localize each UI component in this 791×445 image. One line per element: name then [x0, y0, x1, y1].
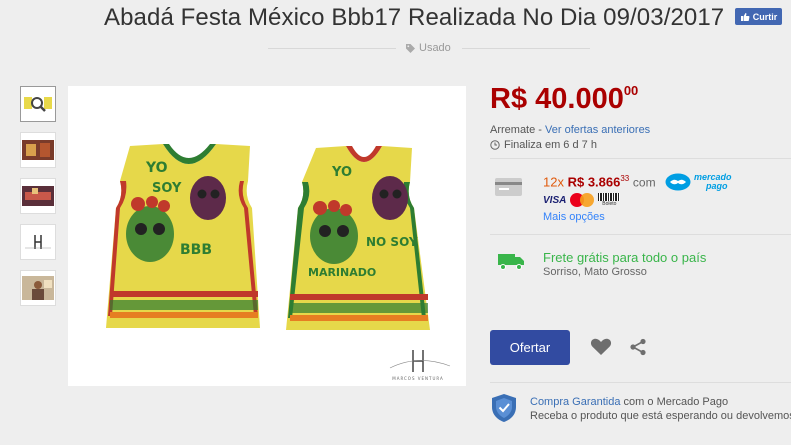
boleto-logo: Boleto: [598, 193, 621, 207]
right-jersey: YO NO SOY MARINADO: [286, 146, 430, 330]
boleto-label: Boleto: [602, 201, 617, 207]
payment-brands: VISA Boleto: [543, 193, 621, 207]
handshake-icon: [665, 173, 691, 191]
photo-thumbnail: [22, 140, 54, 160]
installments-cents: 33: [620, 174, 630, 183]
divider: [490, 382, 791, 383]
right-jersey-text-3: MARINADO: [308, 266, 376, 279]
left-jersey: YO SOY BBB: [106, 144, 260, 328]
left-jersey-text-1: YO: [145, 160, 168, 176]
truck-icon: [498, 254, 524, 270]
purchase-guarantee-link[interactable]: Compra Garantida: [530, 396, 621, 408]
guarantee-description: Receba o produto que está esperando ou d…: [530, 410, 791, 422]
thumbnail-5[interactable]: [20, 270, 56, 306]
condition-label: Usado: [419, 42, 451, 54]
ends-in: Finaliza em 6 d 7 h: [490, 139, 597, 151]
person-thumbnail: [22, 276, 54, 300]
condition-badge: Usado: [405, 42, 451, 54]
right-jersey-text-2: NO SOY: [366, 235, 418, 249]
thumbnail-3[interactable]: [20, 178, 56, 214]
seller-location: Sorriso, Mato Grosso: [543, 266, 647, 278]
share-icon[interactable]: [629, 338, 647, 356]
auction-info: Arremate - Ver ofertas anteriores: [490, 124, 650, 136]
installments-with: com: [632, 175, 656, 190]
tag-icon: [406, 43, 415, 53]
thumbnail-4[interactable]: [20, 224, 56, 260]
free-shipping-label: Frete grátis para todo o país: [543, 250, 707, 265]
photo-thumbnail: [22, 186, 54, 206]
thumbnail-1[interactable]: [20, 86, 56, 122]
visa-logo: VISA: [543, 194, 567, 206]
installments-amount: R$ 3.866: [567, 174, 621, 190]
left-jersey-text-2: SOY: [152, 181, 182, 196]
price-cents: 00: [623, 83, 639, 98]
divider: [490, 234, 791, 235]
watermark-text: MARCOS VENTURA: [392, 376, 444, 381]
installments-count: 12x: [543, 174, 564, 190]
mercado-pago-logo: mercado pago: [665, 173, 732, 191]
purchase-guarantee: Compra Garantida com o Mercado Pago: [530, 396, 728, 408]
auction-label: Arremate -: [490, 124, 546, 136]
divider-left: [268, 48, 396, 49]
jersey-thumbnail-zoom: [24, 97, 52, 112]
purchase-guarantee-text: com o Mercado Pago: [620, 396, 729, 408]
product-main-image[interactable]: YO SOY BBB YO NO SOY MARINADO MARCOS VEN…: [68, 86, 466, 386]
left-jersey-text-3: BBB: [180, 242, 212, 258]
credit-card-icon: [495, 178, 522, 196]
divider: [490, 158, 791, 159]
logo-thumbnail: [23, 231, 53, 253]
right-jersey-text-1: YO: [331, 165, 352, 180]
more-payment-options-link[interactable]: Mais opções: [543, 211, 605, 223]
page-title: Abadá Festa México Bbb17 Realizada No Di…: [104, 4, 725, 31]
price-main: R$ 40.000: [490, 83, 624, 115]
offer-button[interactable]: Ofertar: [490, 330, 570, 365]
shield-check-icon: [492, 394, 516, 422]
heart-icon[interactable]: [590, 337, 612, 357]
facebook-like-label: Curtir: [752, 11, 778, 22]
mercado-pago-line2: pago: [706, 181, 728, 191]
thumbnail-list: [20, 86, 56, 316]
facebook-like-button[interactable]: Curtir: [735, 8, 782, 25]
mastercard-logo: [570, 193, 595, 207]
installments: 12x R$ 3.86633 com: [543, 174, 656, 189]
jersey-photo: YO SOY BBB YO NO SOY MARINADO MARCOS VEN…: [68, 86, 466, 386]
ends-in-label: Finaliza em 6 d 7 h: [504, 139, 597, 151]
thumbnail-2[interactable]: [20, 132, 56, 168]
thumbs-up-icon: [740, 12, 750, 21]
clock-icon: [490, 140, 500, 150]
previous-offers-link[interactable]: Ver ofertas anteriores: [545, 124, 650, 136]
divider-right: [462, 48, 590, 49]
price: R$ 40.00000: [490, 83, 638, 116]
